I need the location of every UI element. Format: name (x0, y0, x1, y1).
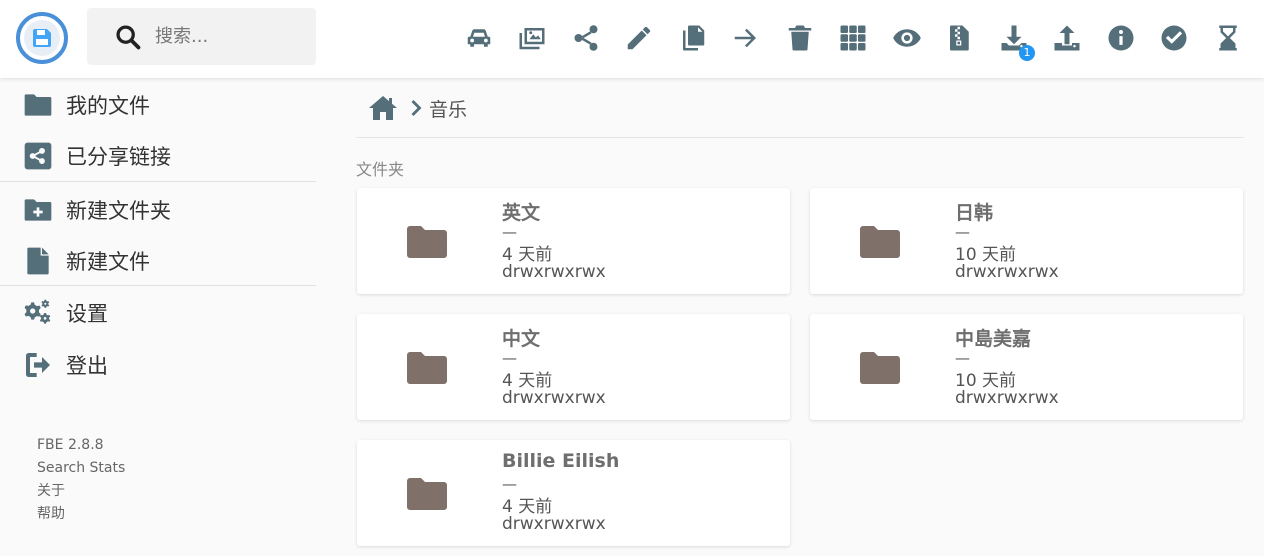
folder-name: Billie Eilish (502, 450, 620, 472)
sidebar-item-my-files[interactable]: 我的文件 (0, 81, 316, 129)
sidebar-item-new-folder[interactable]: 新建文件夹 (0, 186, 316, 234)
app-logo[interactable] (16, 12, 68, 64)
search-icon[interactable] (113, 22, 143, 52)
share-square-icon (20, 140, 56, 172)
breadcrumb: 音乐 (356, 78, 1244, 138)
file-icon (20, 245, 56, 277)
folder-icon (20, 89, 56, 121)
gallery-icon[interactable] (506, 10, 560, 66)
sidebar-item-label: 新建文件夹 (66, 199, 171, 223)
folder-name: 英文 (502, 202, 541, 224)
breadcrumb-current[interactable]: 音乐 (429, 95, 467, 122)
hourglass-icon[interactable] (1201, 10, 1255, 66)
about-link[interactable]: 关于 (37, 480, 125, 503)
folder-permissions: drwxrwxrwx (502, 514, 606, 534)
folder-permissions: drwxrwxrwx (955, 262, 1059, 282)
folder-card[interactable]: 英文 — 4 天前 drwxrwxrwx (357, 188, 790, 294)
sidebar: 我的文件 已分享链接 新建文件夹 新建文件 设置 登出 FBE 2.8.8 Se… (0, 78, 316, 556)
version-label: FBE 2.8.8 (37, 437, 104, 453)
folder-card[interactable]: 中文 — 4 天前 drwxrwxrwx (357, 314, 790, 420)
folder-card[interactable]: 中島美嘉 — 10 天前 drwxrwxrwx (810, 314, 1243, 420)
folder-name: 中文 (502, 328, 541, 350)
trash-icon[interactable] (773, 10, 827, 66)
sidebar-item-label: 新建文件 (66, 250, 150, 274)
divider (0, 181, 316, 182)
help-link[interactable]: 帮助 (37, 503, 125, 526)
sidebar-item-settings[interactable]: 设置 (0, 289, 316, 337)
pencil-icon[interactable] (613, 10, 667, 66)
chevron-right-icon (411, 99, 423, 117)
folder-card[interactable]: 日韩 — 10 天前 drwxrwxrwx (810, 188, 1243, 294)
toolbar: 1 (452, 10, 1255, 66)
folder-name: 中島美嘉 (955, 328, 1032, 350)
folder-icon (407, 352, 447, 384)
folder-size: — (502, 349, 517, 367)
grid-icon[interactable] (827, 10, 881, 66)
sidebar-item-label: 已分享链接 (66, 145, 171, 169)
divider (0, 285, 316, 286)
sidebar-item-label: 登出 (66, 354, 108, 378)
sign-out-icon (20, 349, 56, 381)
copy-icon[interactable] (666, 10, 720, 66)
home-icon[interactable] (368, 95, 398, 121)
share-icon[interactable] (559, 10, 613, 66)
search-input[interactable] (155, 26, 295, 47)
check-circle-icon[interactable] (1148, 10, 1202, 66)
folder-plus-icon (20, 194, 56, 226)
sidebar-footer: FBE 2.8.8 Search Stats 关于 帮助 (37, 434, 125, 526)
folder-icon (407, 226, 447, 258)
search-stats-link[interactable]: Search Stats (37, 457, 125, 480)
floppy-disk-icon (24, 20, 60, 56)
folder-icon (407, 478, 447, 510)
folder-size: — (955, 349, 970, 367)
folder-size: — (502, 223, 517, 241)
folder-icon (860, 352, 900, 384)
eye-icon[interactable] (880, 10, 934, 66)
folder-size: — (502, 475, 517, 493)
sidebar-item-label: 设置 (66, 302, 108, 326)
sidebar-item-logout[interactable]: 登出 (0, 341, 316, 389)
zip-file-icon[interactable] (934, 10, 988, 66)
folder-permissions: drwxrwxrwx (955, 388, 1059, 408)
folder-permissions: drwxrwxrwx (502, 388, 606, 408)
sidebar-item-shared-links[interactable]: 已分享链接 (0, 132, 316, 180)
folder-size: — (955, 223, 970, 241)
sidebar-item-label: 我的文件 (66, 94, 150, 118)
folder-permissions: drwxrwxrwx (502, 262, 606, 282)
cogs-icon (20, 297, 56, 329)
info-icon[interactable] (1094, 10, 1148, 66)
folder-card[interactable]: Billie Eilish — 4 天前 drwxrwxrwx (357, 440, 790, 546)
section-title: 文件夹 (356, 160, 405, 179)
upload-icon[interactable] (1041, 10, 1095, 66)
header: 1 (0, 0, 1264, 78)
search-box[interactable] (87, 8, 316, 65)
folder-name: 日韩 (955, 202, 994, 224)
folder-icon (860, 226, 900, 258)
car-icon[interactable] (452, 10, 506, 66)
download-badge: 1 (1019, 45, 1035, 61)
sidebar-item-new-file[interactable]: 新建文件 (0, 237, 316, 285)
arrow-right-icon[interactable] (720, 10, 774, 66)
download-icon[interactable]: 1 (987, 10, 1041, 66)
